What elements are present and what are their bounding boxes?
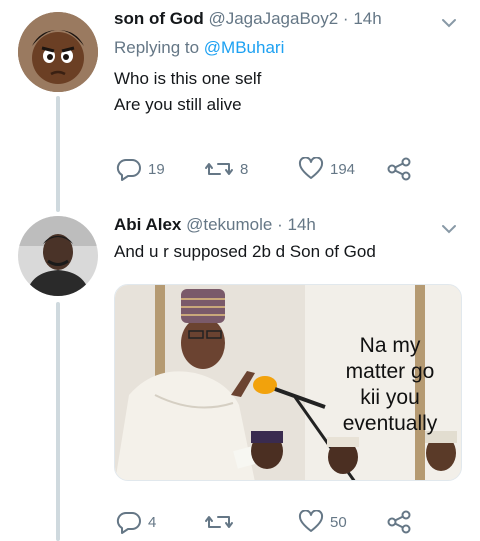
reply-count: 19 <box>148 160 165 178</box>
like-button[interactable]: 194 <box>298 157 355 181</box>
reply-button[interactable]: 4 <box>116 510 156 534</box>
tweet-text: And u r supposed 2b d Son of God <box>114 242 376 261</box>
display-name[interactable]: son of God <box>114 9 204 28</box>
retweet-count: 8 <box>240 160 249 178</box>
meme-caption-line: eventually <box>342 412 438 435</box>
retweet-icon <box>205 516 233 528</box>
separator-dot: · <box>277 215 283 234</box>
reply-count: 4 <box>148 513 157 531</box>
reply-button[interactable]: 19 <box>116 157 165 181</box>
avatar[interactable] <box>18 12 98 92</box>
tweet-actions: 4 50 <box>114 510 440 536</box>
timestamp[interactable]: 14h <box>353 9 381 28</box>
avatar[interactable] <box>18 216 98 296</box>
meme-caption-line: matter go <box>345 360 435 383</box>
like-count: 50 <box>330 513 347 531</box>
display-name[interactable]: Abi Alex <box>114 215 181 234</box>
reply-icon <box>116 511 141 534</box>
thread-line <box>56 302 60 541</box>
user-handle[interactable]: @tekumole <box>186 215 272 234</box>
retweet-button[interactable]: 8 <box>204 157 248 181</box>
avatar-image <box>18 12 98 92</box>
like-button[interactable]: 50 <box>298 510 347 534</box>
tweet-text: Are you still alive <box>114 95 242 114</box>
tweet-text: Who is this one self <box>114 69 262 88</box>
timestamp[interactable]: 14h <box>288 215 316 234</box>
thread-line <box>56 96 60 212</box>
user-handle[interactable]: @JagaJagaBoy2 <box>208 9 338 28</box>
tweet-header: Abi Alex @tekumole · 14h <box>114 215 316 235</box>
retweet-icon <box>205 163 233 175</box>
share-button[interactable] <box>386 510 412 534</box>
avatar-image <box>18 216 98 296</box>
meme-caption-line: Na my <box>359 334 421 357</box>
replying-prefix: Replying to <box>114 38 200 57</box>
tweet-image[interactable]: Na my matter go kii you eventually <box>114 284 462 481</box>
like-count: 194 <box>330 160 356 178</box>
tweet-header: son of God @JagaJagaBoy2 · 14h <box>114 9 382 29</box>
retweet-button[interactable] <box>204 510 240 534</box>
share-icon <box>387 510 411 534</box>
chevron-down-icon[interactable] <box>440 220 458 238</box>
meme-caption: Na my matter go kii you eventually <box>325 333 455 437</box>
heart-icon <box>298 157 324 179</box>
reply-icon <box>116 158 141 181</box>
heart-icon <box>298 510 324 532</box>
meme-caption-line: kii you <box>360 386 420 409</box>
separator-dot: · <box>342 9 349 28</box>
chevron-down-icon[interactable] <box>440 14 458 32</box>
share-icon <box>387 157 411 181</box>
share-button[interactable] <box>386 157 412 181</box>
tweet-actions: 19 8 194 <box>114 157 440 183</box>
replying-to: Replying to @MBuhari <box>114 38 284 58</box>
mention-link[interactable]: @MBuhari <box>204 38 285 57</box>
